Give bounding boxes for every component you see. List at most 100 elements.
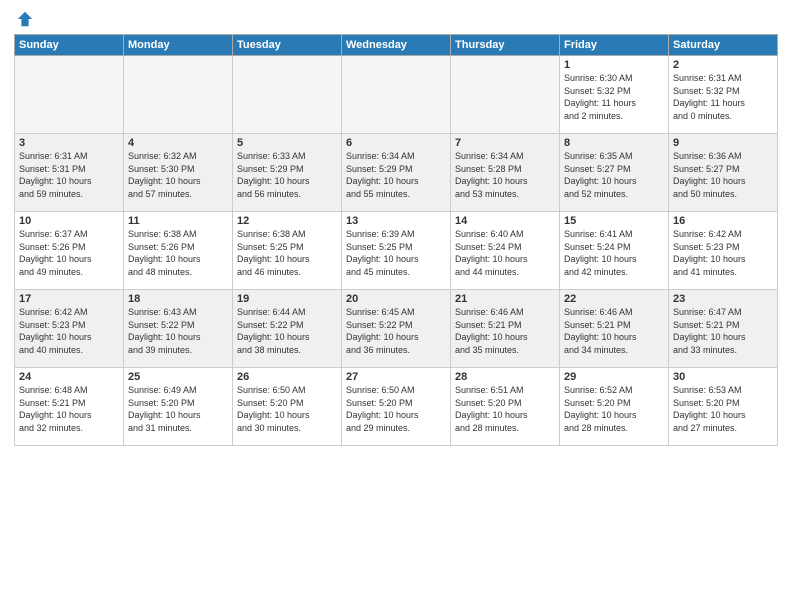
logo-icon	[16, 10, 34, 28]
day-number: 24	[19, 371, 119, 383]
calendar-header-wednesday: Wednesday	[342, 35, 451, 56]
calendar-week-row: 1Sunrise: 6:30 AM Sunset: 5:32 PM Daylig…	[15, 56, 778, 134]
day-info: Sunrise: 6:47 AM Sunset: 5:21 PM Dayligh…	[673, 306, 773, 356]
calendar-cell: 1Sunrise: 6:30 AM Sunset: 5:32 PM Daylig…	[560, 56, 669, 134]
day-info: Sunrise: 6:37 AM Sunset: 5:26 PM Dayligh…	[19, 228, 119, 278]
calendar-week-row: 10Sunrise: 6:37 AM Sunset: 5:26 PM Dayli…	[15, 212, 778, 290]
calendar-header-thursday: Thursday	[451, 35, 560, 56]
day-info: Sunrise: 6:48 AM Sunset: 5:21 PM Dayligh…	[19, 384, 119, 434]
day-info: Sunrise: 6:51 AM Sunset: 5:20 PM Dayligh…	[455, 384, 555, 434]
calendar-cell: 30Sunrise: 6:53 AM Sunset: 5:20 PM Dayli…	[669, 368, 778, 446]
calendar-header-friday: Friday	[560, 35, 669, 56]
day-info: Sunrise: 6:50 AM Sunset: 5:20 PM Dayligh…	[346, 384, 446, 434]
day-info: Sunrise: 6:35 AM Sunset: 5:27 PM Dayligh…	[564, 150, 664, 200]
calendar-cell: 3Sunrise: 6:31 AM Sunset: 5:31 PM Daylig…	[15, 134, 124, 212]
day-info: Sunrise: 6:43 AM Sunset: 5:22 PM Dayligh…	[128, 306, 228, 356]
calendar-cell	[124, 56, 233, 134]
day-number: 25	[128, 371, 228, 383]
calendar-cell: 28Sunrise: 6:51 AM Sunset: 5:20 PM Dayli…	[451, 368, 560, 446]
calendar-cell: 8Sunrise: 6:35 AM Sunset: 5:27 PM Daylig…	[560, 134, 669, 212]
day-info: Sunrise: 6:46 AM Sunset: 5:21 PM Dayligh…	[564, 306, 664, 356]
day-number: 8	[564, 137, 664, 149]
day-number: 12	[237, 215, 337, 227]
calendar-week-row: 3Sunrise: 6:31 AM Sunset: 5:31 PM Daylig…	[15, 134, 778, 212]
day-info: Sunrise: 6:40 AM Sunset: 5:24 PM Dayligh…	[455, 228, 555, 278]
day-number: 22	[564, 293, 664, 305]
calendar-cell	[451, 56, 560, 134]
day-number: 17	[19, 293, 119, 305]
day-info: Sunrise: 6:32 AM Sunset: 5:30 PM Dayligh…	[128, 150, 228, 200]
day-number: 5	[237, 137, 337, 149]
day-info: Sunrise: 6:38 AM Sunset: 5:25 PM Dayligh…	[237, 228, 337, 278]
day-info: Sunrise: 6:52 AM Sunset: 5:20 PM Dayligh…	[564, 384, 664, 434]
day-info: Sunrise: 6:34 AM Sunset: 5:29 PM Dayligh…	[346, 150, 446, 200]
calendar-cell: 29Sunrise: 6:52 AM Sunset: 5:20 PM Dayli…	[560, 368, 669, 446]
day-info: Sunrise: 6:33 AM Sunset: 5:29 PM Dayligh…	[237, 150, 337, 200]
calendar-week-row: 24Sunrise: 6:48 AM Sunset: 5:21 PM Dayli…	[15, 368, 778, 446]
day-number: 21	[455, 293, 555, 305]
day-number: 9	[673, 137, 773, 149]
day-info: Sunrise: 6:49 AM Sunset: 5:20 PM Dayligh…	[128, 384, 228, 434]
day-number: 16	[673, 215, 773, 227]
calendar: SundayMondayTuesdayWednesdayThursdayFrid…	[14, 34, 778, 446]
day-number: 26	[237, 371, 337, 383]
day-info: Sunrise: 6:45 AM Sunset: 5:22 PM Dayligh…	[346, 306, 446, 356]
calendar-cell: 26Sunrise: 6:50 AM Sunset: 5:20 PM Dayli…	[233, 368, 342, 446]
day-number: 19	[237, 293, 337, 305]
calendar-cell: 19Sunrise: 6:44 AM Sunset: 5:22 PM Dayli…	[233, 290, 342, 368]
calendar-cell: 23Sunrise: 6:47 AM Sunset: 5:21 PM Dayli…	[669, 290, 778, 368]
logo	[14, 10, 34, 28]
calendar-cell: 4Sunrise: 6:32 AM Sunset: 5:30 PM Daylig…	[124, 134, 233, 212]
day-number: 27	[346, 371, 446, 383]
day-info: Sunrise: 6:31 AM Sunset: 5:31 PM Dayligh…	[19, 150, 119, 200]
calendar-cell: 6Sunrise: 6:34 AM Sunset: 5:29 PM Daylig…	[342, 134, 451, 212]
calendar-cell: 13Sunrise: 6:39 AM Sunset: 5:25 PM Dayli…	[342, 212, 451, 290]
calendar-cell: 9Sunrise: 6:36 AM Sunset: 5:27 PM Daylig…	[669, 134, 778, 212]
calendar-cell: 24Sunrise: 6:48 AM Sunset: 5:21 PM Dayli…	[15, 368, 124, 446]
day-info: Sunrise: 6:50 AM Sunset: 5:20 PM Dayligh…	[237, 384, 337, 434]
day-info: Sunrise: 6:31 AM Sunset: 5:32 PM Dayligh…	[673, 72, 773, 122]
calendar-cell: 18Sunrise: 6:43 AM Sunset: 5:22 PM Dayli…	[124, 290, 233, 368]
calendar-cell: 7Sunrise: 6:34 AM Sunset: 5:28 PM Daylig…	[451, 134, 560, 212]
day-number: 20	[346, 293, 446, 305]
day-info: Sunrise: 6:39 AM Sunset: 5:25 PM Dayligh…	[346, 228, 446, 278]
calendar-cell: 5Sunrise: 6:33 AM Sunset: 5:29 PM Daylig…	[233, 134, 342, 212]
day-info: Sunrise: 6:46 AM Sunset: 5:21 PM Dayligh…	[455, 306, 555, 356]
calendar-week-row: 17Sunrise: 6:42 AM Sunset: 5:23 PM Dayli…	[15, 290, 778, 368]
calendar-header-tuesday: Tuesday	[233, 35, 342, 56]
day-number: 14	[455, 215, 555, 227]
day-number: 3	[19, 137, 119, 149]
calendar-cell: 12Sunrise: 6:38 AM Sunset: 5:25 PM Dayli…	[233, 212, 342, 290]
day-number: 2	[673, 59, 773, 71]
calendar-header-row: SundayMondayTuesdayWednesdayThursdayFrid…	[15, 35, 778, 56]
day-number: 18	[128, 293, 228, 305]
day-number: 23	[673, 293, 773, 305]
day-number: 6	[346, 137, 446, 149]
calendar-cell: 25Sunrise: 6:49 AM Sunset: 5:20 PM Dayli…	[124, 368, 233, 446]
day-number: 30	[673, 371, 773, 383]
calendar-header-sunday: Sunday	[15, 35, 124, 56]
day-number: 4	[128, 137, 228, 149]
day-info: Sunrise: 6:42 AM Sunset: 5:23 PM Dayligh…	[19, 306, 119, 356]
page: SundayMondayTuesdayWednesdayThursdayFrid…	[0, 0, 792, 612]
day-info: Sunrise: 6:41 AM Sunset: 5:24 PM Dayligh…	[564, 228, 664, 278]
calendar-cell: 11Sunrise: 6:38 AM Sunset: 5:26 PM Dayli…	[124, 212, 233, 290]
day-number: 11	[128, 215, 228, 227]
calendar-header-monday: Monday	[124, 35, 233, 56]
calendar-cell: 10Sunrise: 6:37 AM Sunset: 5:26 PM Dayli…	[15, 212, 124, 290]
day-info: Sunrise: 6:53 AM Sunset: 5:20 PM Dayligh…	[673, 384, 773, 434]
calendar-header-saturday: Saturday	[669, 35, 778, 56]
day-number: 7	[455, 137, 555, 149]
calendar-cell: 15Sunrise: 6:41 AM Sunset: 5:24 PM Dayli…	[560, 212, 669, 290]
day-number: 13	[346, 215, 446, 227]
calendar-cell	[342, 56, 451, 134]
calendar-cell: 27Sunrise: 6:50 AM Sunset: 5:20 PM Dayli…	[342, 368, 451, 446]
calendar-cell: 22Sunrise: 6:46 AM Sunset: 5:21 PM Dayli…	[560, 290, 669, 368]
header	[14, 10, 778, 28]
day-info: Sunrise: 6:34 AM Sunset: 5:28 PM Dayligh…	[455, 150, 555, 200]
day-info: Sunrise: 6:38 AM Sunset: 5:26 PM Dayligh…	[128, 228, 228, 278]
calendar-cell: 2Sunrise: 6:31 AM Sunset: 5:32 PM Daylig…	[669, 56, 778, 134]
day-number: 28	[455, 371, 555, 383]
calendar-cell	[15, 56, 124, 134]
day-info: Sunrise: 6:44 AM Sunset: 5:22 PM Dayligh…	[237, 306, 337, 356]
